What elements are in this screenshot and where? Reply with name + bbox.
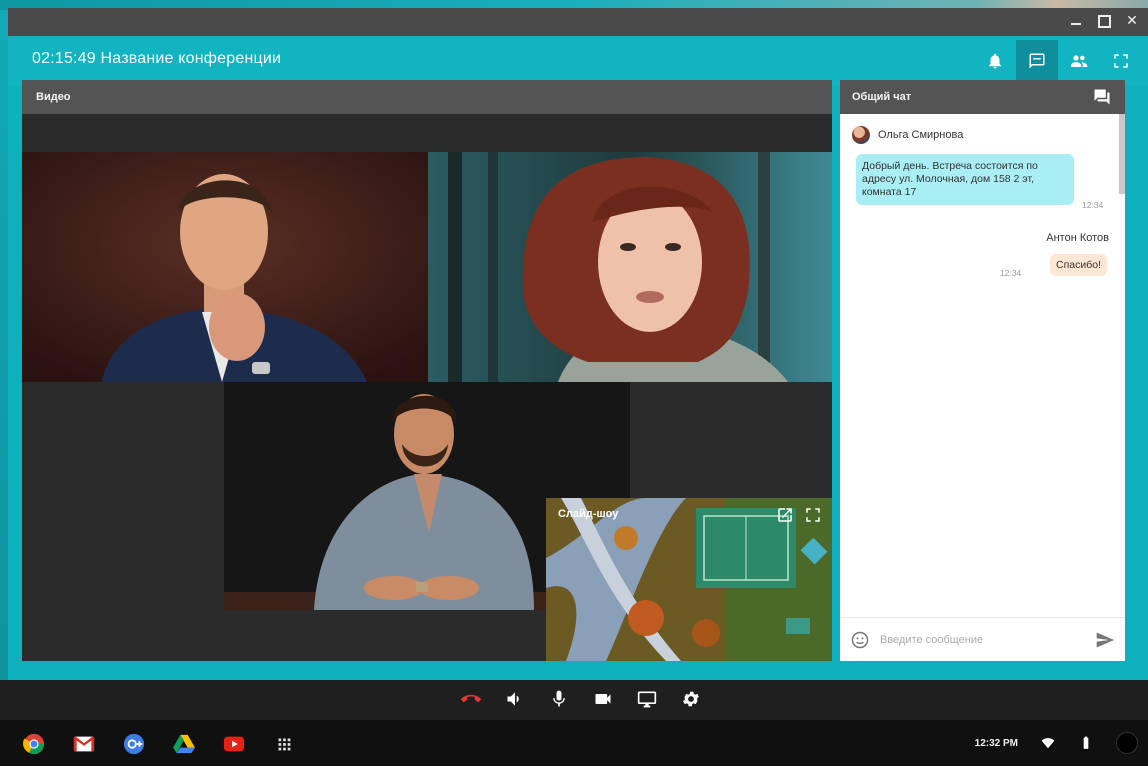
window-titlebar: ✕ (8, 8, 1148, 36)
chat-panel: Общий чат Ольга Смирнова Добрый день. Вс… (840, 80, 1125, 661)
emoji-icon[interactable] (850, 630, 870, 650)
conference-name: Название конференции (100, 50, 282, 67)
conference-title: 02:15:49 Название конференции (32, 50, 281, 68)
youtube-app[interactable] (222, 733, 246, 755)
minimize-button[interactable] (1068, 12, 1084, 28)
drive-icon (173, 734, 195, 754)
wifi-icon (1041, 738, 1055, 749)
user-avatar[interactable] (1116, 732, 1138, 754)
youtube-icon (223, 736, 245, 752)
settings-button[interactable] (680, 688, 702, 710)
hangup-icon (461, 694, 481, 703)
participants-icon (1070, 55, 1088, 67)
gmail-icon (73, 736, 95, 752)
maximize-button[interactable] (1096, 12, 1112, 28)
message-input[interactable] (880, 628, 1080, 652)
incoming-message-bubble: Добрый день. Встреча состоится по адресу… (856, 154, 1074, 205)
chat-panel-header: Общий чат (840, 80, 1125, 114)
video-panel-title: Видео (22, 80, 832, 114)
call-controls (460, 688, 702, 710)
drive-app[interactable] (172, 733, 196, 755)
volume-icon (507, 692, 519, 706)
app-header: 02:15:49 Название конференции (8, 36, 1148, 86)
bell-icon (989, 53, 1001, 69)
hangup-button[interactable] (460, 688, 482, 710)
google-plus-icon (123, 733, 145, 755)
google-plus-app[interactable] (122, 733, 146, 755)
clock: 12:32 PM (974, 737, 1018, 749)
chat-input-bar (840, 617, 1125, 661)
camera-button[interactable] (592, 688, 614, 710)
screen-share-button[interactable] (636, 688, 658, 710)
message-author: Антон Котов (1046, 232, 1109, 244)
send-icon[interactable] (1095, 630, 1115, 650)
chat-toggle-button[interactable] (1016, 40, 1058, 82)
microphone-icon (553, 690, 565, 707)
taskbar: 12:32 PM (0, 720, 1148, 766)
screen-share-icon (637, 691, 657, 708)
video-panel: Видео Слайд-шоу (22, 80, 832, 661)
header-toolbar (974, 40, 1142, 82)
settings-icon (683, 691, 699, 707)
notifications-button[interactable] (974, 40, 1016, 82)
chrome-app[interactable] (22, 733, 46, 755)
window-controls: ✕ (1068, 12, 1140, 28)
message-time: 12:34 (1082, 200, 1104, 210)
avatar (852, 126, 870, 144)
participant-video (428, 152, 832, 382)
pinned-apps (22, 733, 296, 755)
chat-messages[interactable]: Ольга Смирнова Добрый день. Встреча сост… (840, 114, 1125, 614)
participant-video (22, 152, 428, 382)
message-time: 12:34 (1000, 268, 1022, 278)
message-author: Ольга Смирнова (878, 129, 964, 141)
slideshow-label: Слайд-шоу (558, 508, 619, 520)
app-launcher-icon (278, 738, 291, 751)
popout-icon[interactable] (776, 506, 794, 524)
fullscreen-button[interactable] (1100, 40, 1142, 82)
expand-icon[interactable] (804, 506, 822, 524)
outgoing-message-bubble: Спасибо! (1050, 254, 1107, 276)
gmail-app[interactable] (72, 733, 96, 755)
message-header: Ольга Смирнова (852, 126, 963, 144)
participant-video-tile[interactable] (428, 152, 832, 382)
participant-video-tile[interactable] (22, 152, 428, 382)
chat-panel-title: Общий чат (852, 91, 912, 103)
slideshow-preview[interactable]: Слайд-шоу (546, 498, 832, 661)
call-controls-bar (0, 680, 1148, 720)
chat-bubbles-icon (1094, 89, 1110, 105)
volume-button[interactable] (504, 688, 526, 710)
chat-scrollbar[interactable] (1119, 114, 1125, 194)
participants-button[interactable] (1058, 40, 1100, 82)
microphone-button[interactable] (548, 688, 570, 710)
conference-timer: 02:15:49 (32, 50, 96, 67)
chat-icon (1029, 53, 1045, 69)
close-window-button[interactable]: ✕ (1124, 12, 1140, 28)
chrome-icon (23, 733, 45, 755)
system-tray[interactable]: 12:32 PM (975, 732, 1138, 754)
camera-icon (595, 694, 611, 704)
fullscreen-icon (1114, 54, 1128, 68)
battery-icon (1083, 736, 1089, 749)
app-launcher[interactable] (272, 733, 296, 755)
